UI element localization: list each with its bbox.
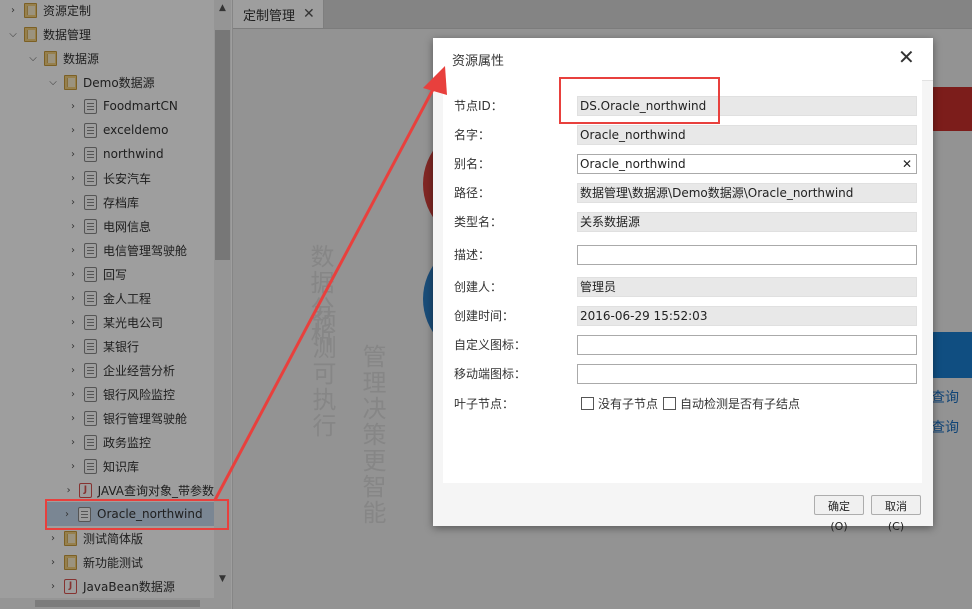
- arrow-head-icon: [423, 66, 447, 95]
- annotation-arrow: [213, 66, 447, 501]
- arrow-line: [213, 79, 440, 501]
